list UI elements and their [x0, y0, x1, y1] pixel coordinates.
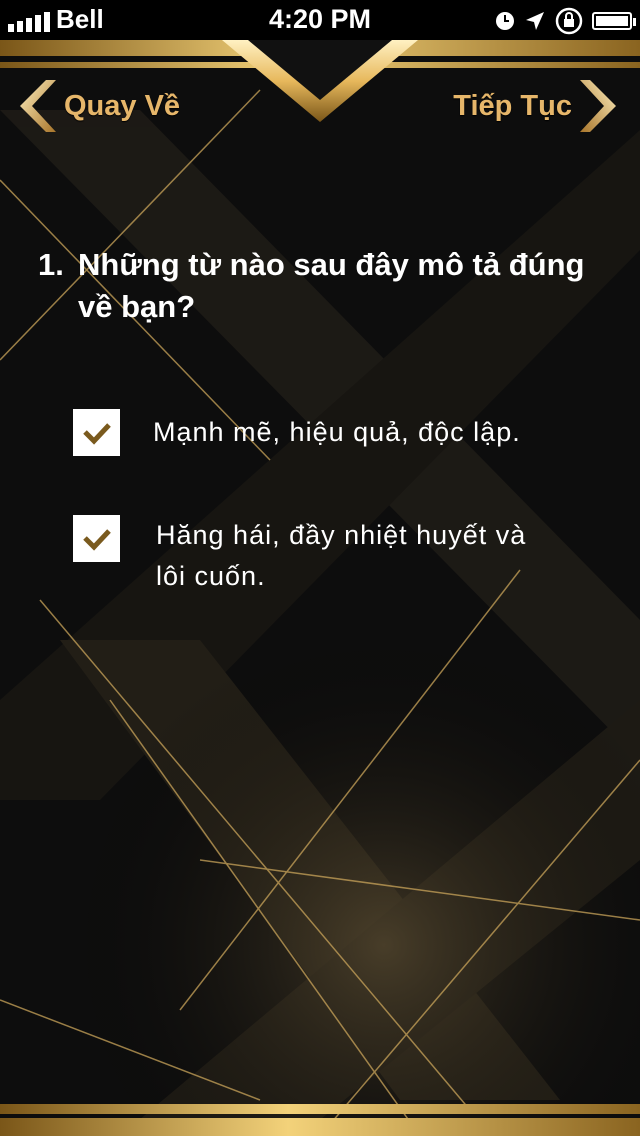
- option-2-checkbox[interactable]: [73, 515, 120, 562]
- checkmark-icon: [82, 422, 111, 445]
- back-button[interactable]: Quay Về: [18, 78, 180, 134]
- option-1-checkbox[interactable]: [73, 409, 120, 456]
- rotation-lock-icon: [555, 7, 583, 35]
- option-2-label: Hăng hái, đầy nhiệt huyết và lôi cuốn.: [156, 520, 527, 591]
- battery-icon: [592, 12, 636, 30]
- option-1[interactable]: Mạnh mẽ, hiệu quả, độc lập.: [73, 409, 553, 456]
- option-1-label: Mạnh mẽ, hiệu quả, độc lập.: [153, 417, 521, 447]
- next-label: Tiếp Tục: [453, 89, 572, 122]
- alarm-icon: [496, 12, 514, 30]
- question-number: 1.: [38, 247, 64, 282]
- chevron-left-icon: [20, 80, 56, 132]
- back-label: Quay Về: [64, 89, 181, 122]
- location-icon: [526, 12, 544, 30]
- question-text: Những từ nào sau đây mô tả đúng về bạn?: [78, 247, 585, 324]
- question: 1. Những từ nào sau đây mô tả đúng về bạ…: [38, 244, 598, 328]
- next-button[interactable]: Tiếp Tục: [453, 78, 618, 134]
- option-2[interactable]: Hăng hái, đầy nhiệt huyết và lôi cuốn.: [73, 515, 546, 597]
- status-icons: [494, 6, 636, 36]
- checkmark-icon: [82, 528, 111, 551]
- status-bar: Bell 4:20 PM: [0, 0, 640, 40]
- chevron-right-icon: [580, 80, 616, 132]
